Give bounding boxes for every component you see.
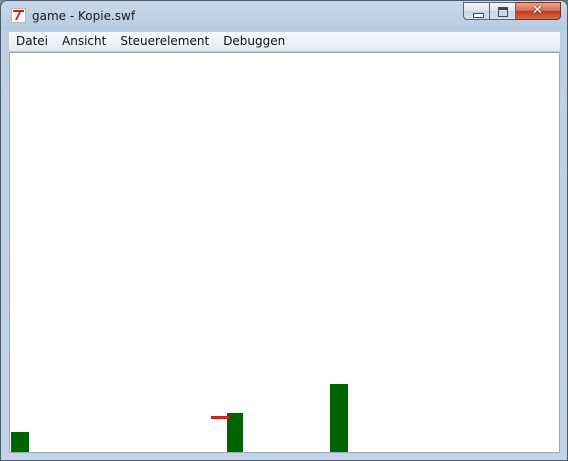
flash-player-icon xyxy=(11,8,26,23)
game-stage[interactable] xyxy=(9,52,560,453)
caption-buttons: ✕ xyxy=(463,2,561,22)
close-icon: ✕ xyxy=(532,3,543,18)
minimize-button[interactable] xyxy=(463,2,490,20)
title-bar[interactable]: game - Kopie.swf ✕ xyxy=(1,1,567,31)
obstacle-middle xyxy=(227,413,243,452)
maximize-icon xyxy=(498,7,508,17)
obstacle-right xyxy=(330,384,348,452)
minimize-icon xyxy=(473,13,484,18)
player-arrow xyxy=(211,416,229,419)
menu-steuerelement[interactable]: Steuerelement xyxy=(113,32,216,51)
menu-debuggen[interactable]: Debuggen xyxy=(216,32,292,51)
close-button[interactable]: ✕ xyxy=(516,2,561,20)
application-window: game - Kopie.swf ✕ Datei Ansicht Steuere… xyxy=(0,0,568,461)
maximize-button[interactable] xyxy=(490,2,516,20)
obstacle-left xyxy=(11,432,29,452)
window-title: game - Kopie.swf xyxy=(32,9,136,23)
menu-bar: Datei Ansicht Steuerelement Debuggen xyxy=(9,32,560,52)
menu-ansicht[interactable]: Ansicht xyxy=(55,32,113,51)
menu-datei[interactable]: Datei xyxy=(9,32,55,51)
